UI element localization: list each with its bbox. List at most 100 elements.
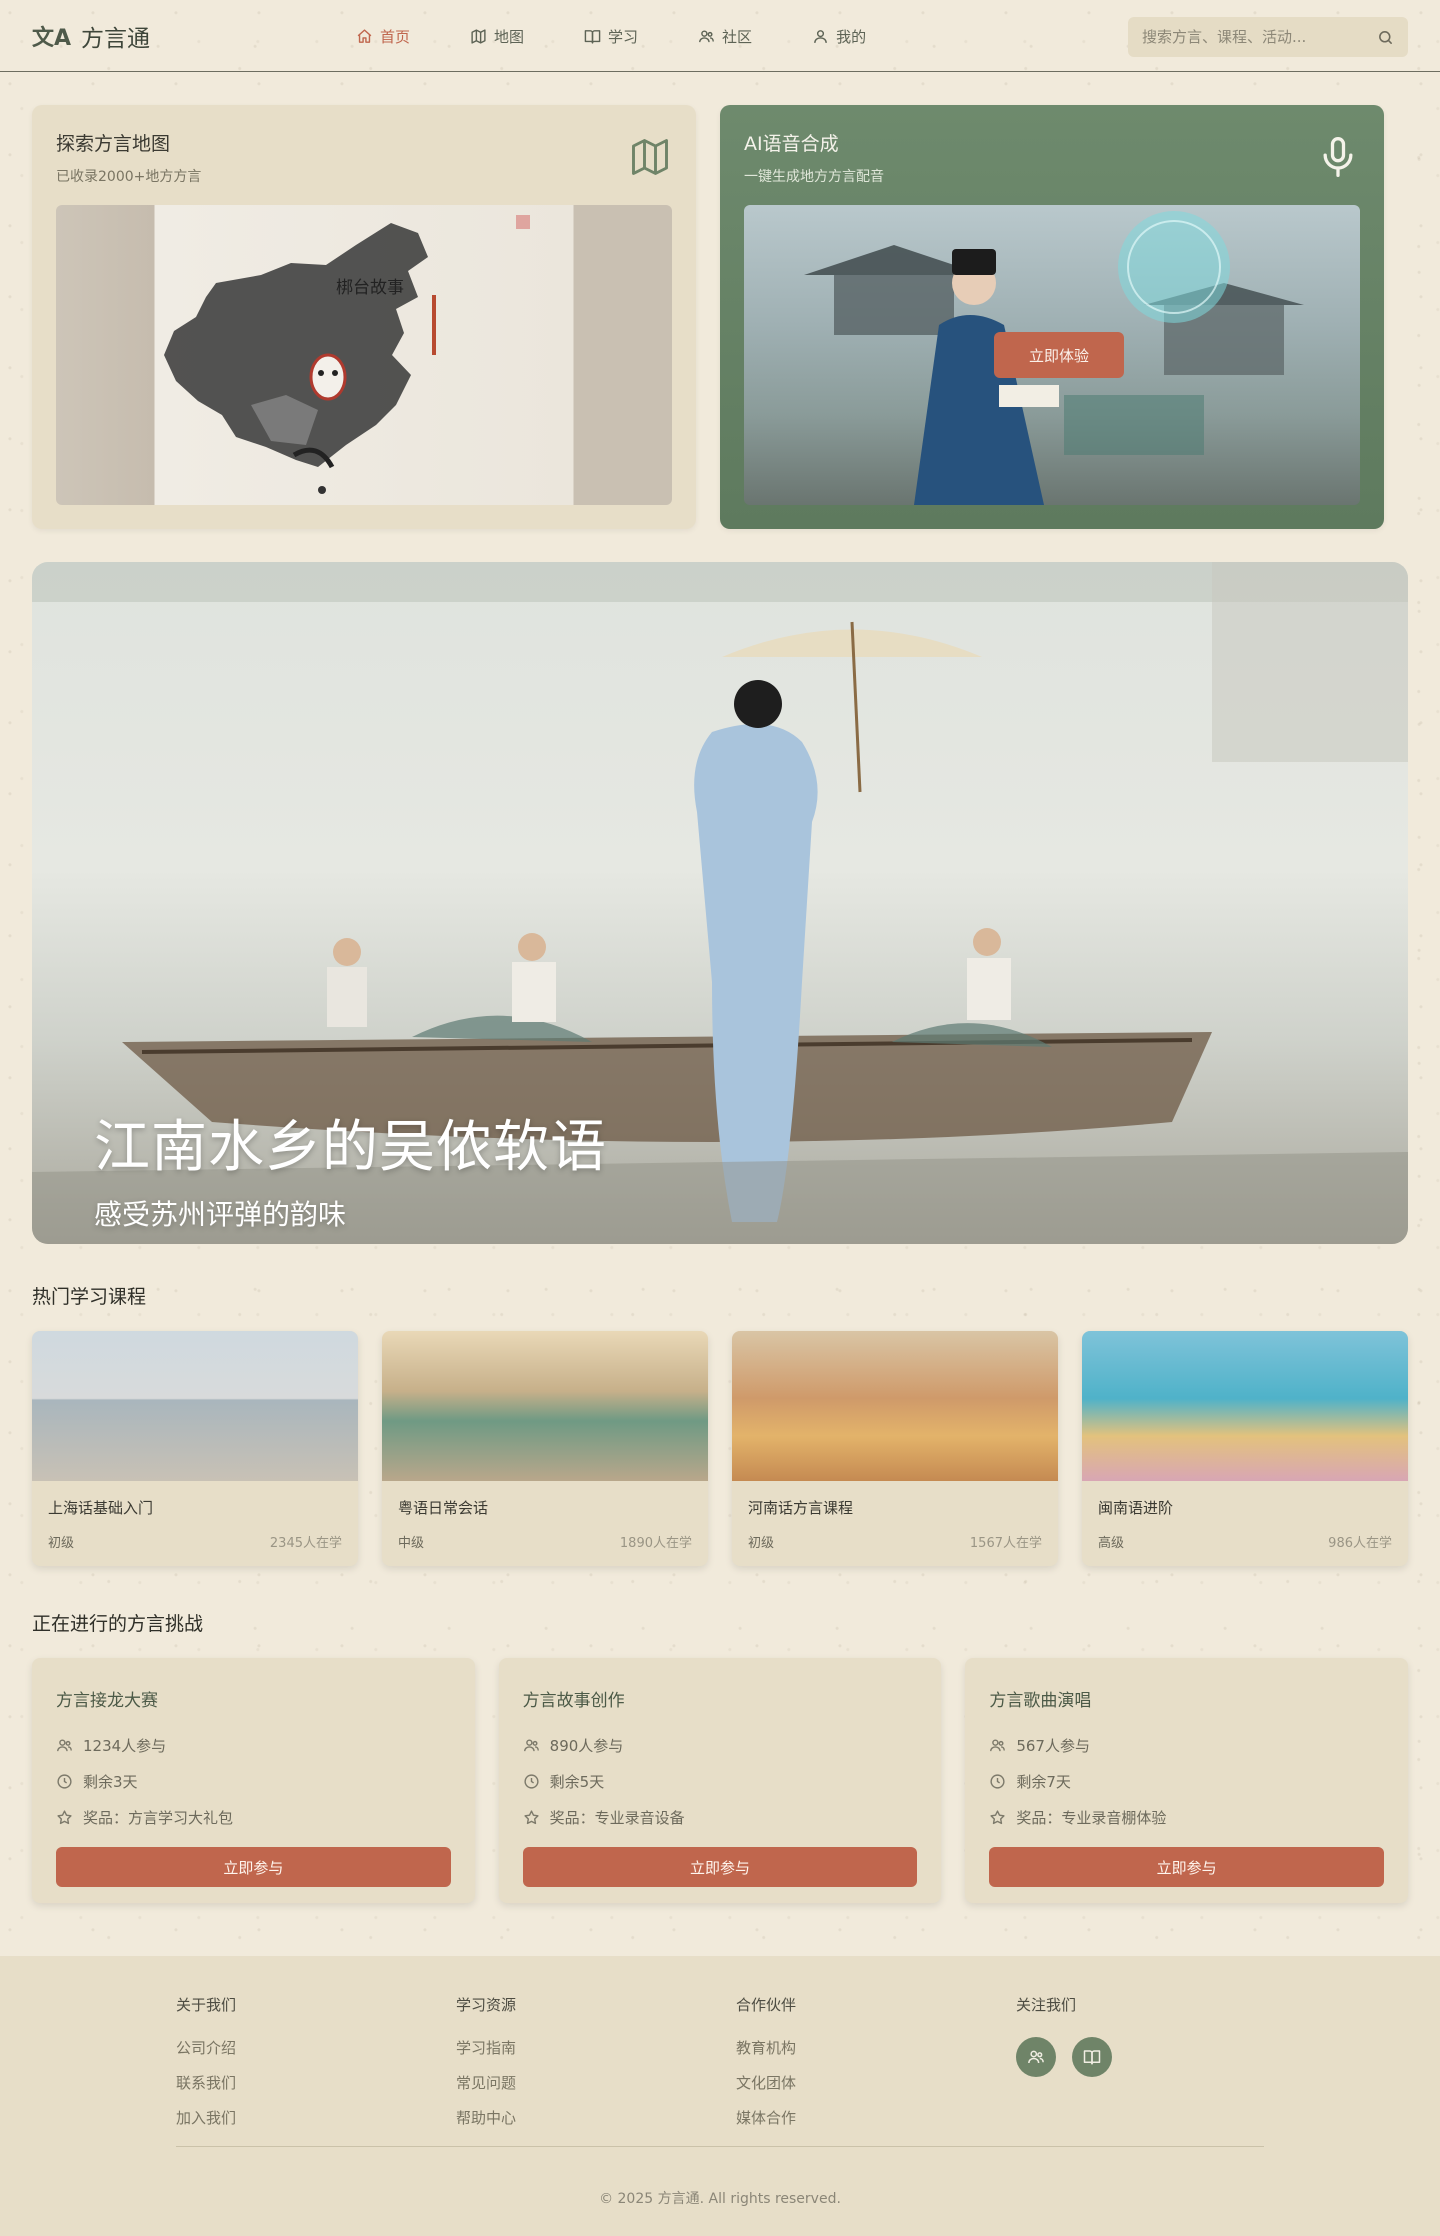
footer-link[interactable]: 加入我们 — [176, 2107, 456, 2128]
prize-text: 奖品：方言学习大礼包 — [83, 1808, 234, 1827]
nav-label: 社区 — [722, 27, 753, 46]
nav-label: 我的 — [836, 27, 867, 46]
search-box — [1128, 17, 1408, 57]
course-card[interactable]: 河南话方言课程 初级 1567人在学 — [732, 1331, 1058, 1566]
challenges-section-title: 正在进行的方言挑战 — [32, 1613, 204, 1635]
course-list: 上海话基础入门 初级 2345人在学 粤语日常会话 中级 1890人在学 河南话方言… — [0, 1309, 1440, 1566]
footer-divider — [176, 2146, 1264, 2147]
course-card[interactable]: 上海话基础入门 初级 2345人在学 — [32, 1331, 358, 1566]
time-remaining: 剩余7天 — [1016, 1772, 1071, 1791]
course-level: 中级 — [398, 1536, 425, 1551]
courses-section-title: 热门学习课程 — [32, 1286, 147, 1308]
microphone-icon — [1323, 137, 1353, 177]
search-input[interactable] — [1142, 28, 1377, 46]
challenge-title: 方言接龙大赛 — [56, 1691, 158, 1711]
course-card[interactable]: 闽南语进阶 高级 986人在学 — [1082, 1331, 1408, 1566]
course-card[interactable]: 粤语日常会话 中级 1890人在学 — [382, 1331, 708, 1566]
challenge-title: 方言歌曲演唱 — [989, 1691, 1092, 1711]
course-level: 初级 — [748, 1536, 775, 1551]
prize-row: 奖品：方言学习大礼包 — [56, 1799, 451, 1835]
course-learners: 1567人在学 — [969, 1536, 1042, 1551]
nav-item-learn[interactable]: 学习 — [584, 26, 638, 47]
course-learners: 2345人在学 — [269, 1536, 342, 1551]
users-icon — [1028, 2050, 1044, 2064]
feature-cards: 探索方言地图 已收录2000+地方方言 梆台故事 AI语音合成 一键生成地方方言… — [0, 72, 1440, 529]
star-icon — [524, 1809, 539, 1824]
social-community-button[interactable] — [1016, 2037, 1056, 2077]
footer-link[interactable]: 学习指南 — [456, 2037, 736, 2058]
nav-item-map[interactable]: 地图 — [470, 26, 524, 47]
footer-column-partners: 合作伙伴 教育机构 文化团体 媒体合作 — [736, 1994, 1016, 2142]
footer-link[interactable]: 常见问题 — [456, 2072, 736, 2093]
top-navbar: 文A 方言通 首页 地图 学习 社区 我的 — [0, 0, 1440, 72]
prize-row: 奖品：专业录音棚体验 — [989, 1799, 1384, 1835]
time-row: 剩余7天 — [989, 1763, 1384, 1799]
participants-row: 1234人参与 — [56, 1727, 451, 1763]
participants-count: 567人参与 — [1016, 1736, 1090, 1755]
map-card-subtitle: 已收录2000+地方方言 — [56, 169, 202, 185]
hero-subtitle: 感受苏州评弹的韵味 — [94, 1198, 347, 1231]
course-name: 上海话基础入门 — [48, 1499, 154, 1517]
prize-text: 奖品：专业录音设备 — [549, 1808, 685, 1827]
search-icon[interactable] — [1377, 29, 1394, 46]
footer-column-title: 关注我们 — [1016, 1996, 1077, 2014]
footer-link[interactable]: 教育机构 — [736, 2037, 1016, 2058]
user-icon — [814, 29, 827, 43]
map-feature-card[interactable]: 探索方言地图 已收录2000+地方方言 梆台故事 — [32, 105, 696, 529]
footer-column-resources: 学习资源 学习指南 常见问题 帮助中心 — [456, 1994, 736, 2142]
challenge-card: 方言故事创作 890人参与 剩余5天 奖品：专业录音设备 立即参与 — [498, 1658, 942, 1903]
course-level: 初级 — [48, 1536, 75, 1551]
nav-label: 地图 — [494, 27, 525, 46]
join-challenge-button[interactable]: 立即参与 — [989, 1847, 1385, 1887]
course-name: 河南话方言课程 — [748, 1499, 854, 1517]
ink-china-map-illustration: 梆台故事 — [164, 215, 530, 494]
course-level: 高级 — [1098, 1536, 1125, 1551]
footer-column-title: 合作伙伴 — [736, 1996, 797, 2014]
footer-link[interactable]: 联系我们 — [176, 2072, 456, 2093]
challenge-card: 方言接龙大赛 1234人参与 剩余3天 奖品：方言学习大礼包 立即参与 — [32, 1658, 475, 1903]
challenge-list: 方言接龙大赛 1234人参与 剩余3天 奖品：方言学习大礼包 立即参与 方言故事… — [0, 1636, 1440, 1903]
nav-item-community[interactable]: 社区 — [698, 26, 752, 47]
course-image-minnan — [1082, 1331, 1408, 1481]
ai-voice-feature-card[interactable]: AI语音合成 一键生成地方方言配音 立即体验 — [720, 105, 1384, 529]
footer-link[interactable]: 帮助中心 — [456, 2107, 736, 2128]
time-remaining: 剩余3天 — [83, 1772, 138, 1791]
clock-icon — [57, 1773, 72, 1789]
map-icon — [471, 28, 486, 44]
join-challenge-button[interactable]: 立即参与 — [522, 1847, 918, 1887]
footer-link[interactable]: 文化团体 — [736, 2072, 1016, 2093]
dialect-map-image[interactable]: 梆台故事 — [56, 205, 672, 505]
hero-caption: 江南水乡的吴侬软语 感受苏州评弹的韵味 — [94, 1102, 607, 1233]
prize-text: 奖品：专业录音棚体验 — [1016, 1808, 1167, 1827]
course-name: 闽南语进阶 — [1098, 1499, 1174, 1517]
nav-item-home[interactable]: 首页 — [356, 26, 410, 47]
users-icon — [57, 1738, 72, 1751]
hero-banner[interactable]: 江南水乡的吴侬软语 感受苏州评弹的韵味 — [32, 562, 1408, 1244]
ai-card-subtitle: 一键生成地方方言配音 — [744, 169, 884, 185]
prize-row: 奖品：专业录音设备 — [523, 1799, 918, 1835]
footer-link[interactable]: 媒体合作 — [736, 2107, 1016, 2128]
star-icon — [57, 1809, 72, 1824]
footer-link[interactable]: 公司介绍 — [176, 2037, 456, 2058]
challenge-title: 方言故事创作 — [522, 1691, 625, 1711]
logo[interactable]: 文A 方言通 — [32, 19, 150, 53]
time-row: 剩余3天 — [56, 1763, 451, 1799]
footer-column-title: 关于我们 — [176, 1996, 237, 2014]
nav-item-profile[interactable]: 我的 — [812, 26, 866, 47]
ai-voice-illustration: 立即体验 — [744, 205, 1360, 505]
map-icon — [632, 139, 668, 175]
participants-count: 1234人参与 — [83, 1736, 167, 1755]
time-remaining: 剩余5天 — [549, 1772, 605, 1791]
participants-row: 567人参与 — [989, 1727, 1384, 1763]
challenge-card: 方言歌曲演唱 567人参与 剩余7天 奖品：专业录音棚体验 立即参与 — [965, 1658, 1409, 1903]
participants-row: 890人参与 — [523, 1727, 918, 1763]
star-icon — [990, 1809, 1005, 1824]
footer-column-about: 关于我们 公司介绍 联系我们 加入我们 — [176, 1994, 456, 2142]
footer-column-title: 学习资源 — [456, 1996, 517, 2014]
try-now-button[interactable]: 立即体验 — [994, 332, 1124, 378]
clock-icon — [990, 1773, 1005, 1789]
home-icon — [357, 28, 372, 43]
social-book-button[interactable] — [1072, 2037, 1112, 2077]
main-nav: 首页 地图 学习 社区 我的 — [356, 0, 926, 72]
join-challenge-button[interactable]: 立即参与 — [56, 1847, 451, 1887]
